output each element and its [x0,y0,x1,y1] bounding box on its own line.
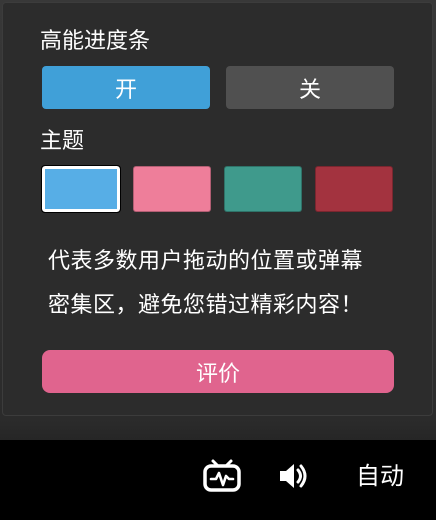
rate-button[interactable]: 评价 [42,350,394,393]
volume-icon[interactable] [274,458,314,494]
page: 高能进度条 开 关 主题 代表多数用户拖动的位置或弹幕 密集区，避免您错过精彩内… [0,0,436,520]
quality-selector[interactable]: 自动 [356,460,404,492]
theme-swatch-red[interactable] [315,166,393,212]
tv-icon[interactable] [200,456,244,496]
progress-section-title: 高能进度条 [40,29,151,54]
player-control-bar: 自动 [0,440,436,520]
theme-section-title: 主题 [40,129,85,154]
theme-swatch-blue[interactable] [41,165,121,213]
theme-swatch-teal[interactable] [224,166,302,212]
progress-on-button[interactable]: 开 [42,66,210,109]
theme-swatch-pink[interactable] [133,166,211,212]
progress-off-button[interactable]: 关 [226,66,394,109]
description-line-1: 代表多数用户拖动的位置或弹幕 [48,249,364,274]
description-line-2: 密集区，避免您错过精彩内容！ [48,293,364,318]
description-text: 代表多数用户拖动的位置或弹幕 密集区，避免您错过精彩内容！ [48,240,398,328]
